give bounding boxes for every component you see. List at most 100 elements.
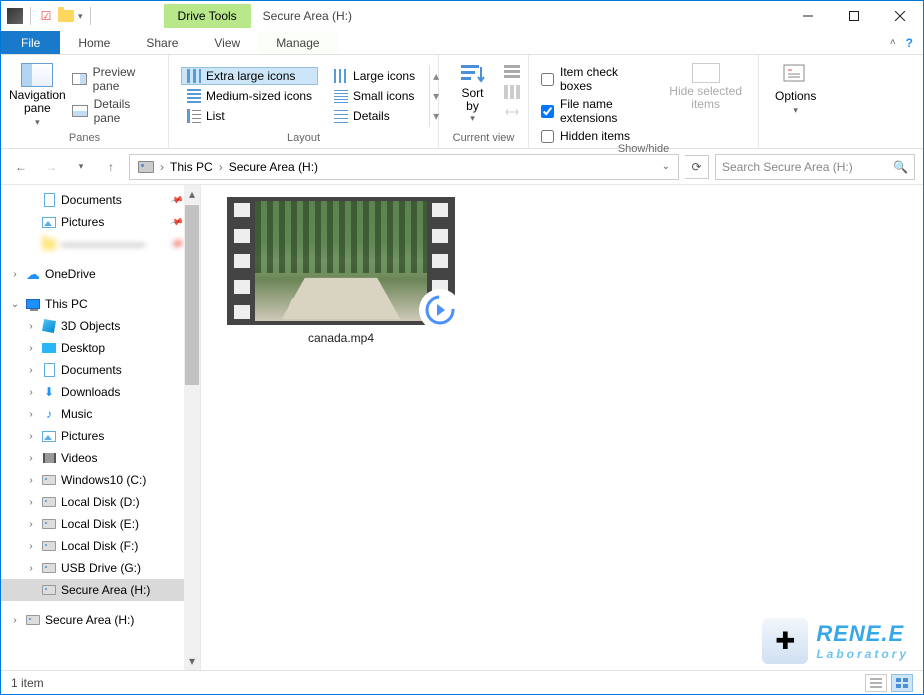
navigation-tree[interactable]: Documents Pictures ——————— ›☁OneDrive ⌄T… [1, 185, 201, 670]
tree-documents[interactable]: ›Documents [1, 359, 200, 381]
tree-desktop[interactable]: ›Desktop [1, 337, 200, 359]
tab-share[interactable]: Share [128, 31, 196, 54]
app-icon [7, 8, 23, 24]
tree-drive-h-root[interactable]: ›Secure Area (H:) [1, 609, 200, 631]
nav-forward-button: → [39, 155, 63, 179]
nav-back-button[interactable]: ← [9, 155, 33, 179]
tree-drive-d[interactable]: ›Local Disk (D:) [1, 491, 200, 513]
sortby-icon [459, 63, 487, 87]
search-placeholder: Search Secure Area (H:) [722, 160, 853, 174]
hide-selected-icon [692, 63, 720, 83]
large-icons-icon [334, 69, 348, 83]
tree-videos[interactable]: ›Videos [1, 447, 200, 469]
preview-pane-icon [72, 73, 87, 85]
tree-drive-e[interactable]: ›Local Disk (E:) [1, 513, 200, 535]
watermark-logo: ✚ RENE.ELaboratory [762, 618, 909, 664]
qat-newfolder-icon[interactable] [58, 8, 74, 24]
preview-pane-button[interactable]: Preview pane [72, 65, 160, 93]
tree-drive-c[interactable]: ›Windows10 (C:) [1, 469, 200, 491]
minimize-button[interactable] [785, 1, 831, 31]
thumbnail-watermark: AM [289, 297, 308, 309]
item-check-boxes[interactable]: Item check boxes [541, 65, 651, 93]
video-thumbnail: AM [227, 197, 455, 325]
breadcrumb[interactable]: This PC Secure Area (H:) ⌄ [129, 154, 679, 180]
group-label-panes: Panes [9, 132, 160, 146]
addcolumns-icon[interactable] [504, 85, 520, 99]
breadcrumb-location[interactable]: Secure Area (H:) [225, 158, 322, 176]
layout-extra-large-icons[interactable]: Extra large icons [181, 67, 318, 85]
address-dropdown-icon[interactable]: ⌄ [662, 161, 670, 172]
contextual-tab-drivetools[interactable]: Drive Tools [164, 4, 251, 28]
small-icons-icon [334, 89, 348, 103]
tree-music[interactable]: ›♪Music [1, 403, 200, 425]
options-button[interactable]: Options ▾ [767, 59, 824, 116]
close-button[interactable] [877, 1, 923, 31]
extra-large-icons-icon [187, 69, 201, 83]
maximize-button[interactable] [831, 1, 877, 31]
tab-home[interactable]: Home [60, 31, 128, 54]
refresh-button[interactable]: ⟳ [685, 155, 709, 179]
file-item-canada[interactable]: AM canada.mp4 [221, 197, 461, 345]
tree-downloads[interactable]: ›⬇Downloads [1, 381, 200, 403]
window-title: Secure Area (H:) [263, 9, 352, 23]
tree-quick-documents[interactable]: Documents [1, 189, 200, 211]
tree-thispc[interactable]: ⌄This PC [1, 293, 200, 315]
ribbon: Navigationpane ▾ Preview pane Details pa… [1, 55, 923, 149]
drive-icon [138, 161, 154, 173]
status-bar: 1 item [1, 670, 923, 694]
view-thumbnails-button[interactable] [891, 674, 913, 692]
ribbon-collapse-icon[interactable]: ˄ [890, 37, 896, 48]
view-details-button[interactable] [865, 674, 887, 692]
details-icon [334, 109, 348, 123]
navigation-pane-icon [21, 63, 53, 87]
tree-drive-h[interactable]: Secure Area (H:) [1, 579, 200, 601]
help-icon[interactable]: ? [906, 36, 913, 50]
tree-scrollbar[interactable]: ▴▾ [184, 185, 200, 670]
search-input[interactable]: Search Secure Area (H:) 🔍 [715, 154, 915, 180]
tree-quick-hidden[interactable]: ——————— [1, 233, 200, 255]
groupby-icon[interactable] [504, 65, 520, 79]
watermark-badge-icon: ✚ [762, 618, 808, 664]
layout-medium-icons[interactable]: Medium-sized icons [181, 87, 318, 105]
tree-3dobjects[interactable]: ›3D Objects [1, 315, 200, 337]
qat-customize-icon[interactable]: ▾ [78, 11, 83, 22]
nav-recent-button[interactable]: ▾ [69, 155, 93, 179]
layout-small-icons[interactable]: Small icons [328, 87, 421, 105]
navigation-pane-button[interactable]: Navigationpane ▾ [9, 59, 66, 128]
breadcrumb-thispc[interactable]: This PC [166, 158, 217, 176]
tree-drive-g[interactable]: ›USB Drive (G:) [1, 557, 200, 579]
address-bar: ← → ▾ ↑ This PC Secure Area (H:) ⌄ ⟳ Sea… [1, 149, 923, 185]
search-icon: 🔍 [893, 160, 908, 174]
tree-drive-f[interactable]: ›Local Disk (F:) [1, 535, 200, 557]
medium-icons-icon [187, 89, 201, 103]
play-overlay-icon [419, 289, 461, 331]
layout-large-icons[interactable]: Large icons [328, 67, 421, 85]
options-icon [782, 63, 810, 87]
details-pane-button[interactable]: Details pane [72, 97, 160, 125]
hidden-items-checkbox [541, 130, 554, 143]
layout-details[interactable]: Details [328, 107, 421, 125]
tree-pictures[interactable]: ›Pictures [1, 425, 200, 447]
hide-selected-items-button: Hide selecteditems [661, 59, 750, 111]
nav-up-button[interactable]: ↑ [99, 155, 123, 179]
tab-view[interactable]: View [196, 31, 258, 54]
sizecolumns-icon[interactable] [504, 105, 520, 119]
tree-quick-pictures[interactable]: Pictures [1, 211, 200, 233]
list-icon [187, 109, 201, 123]
sortby-button[interactable]: Sortby ▾ [448, 59, 498, 124]
qat-properties-icon[interactable]: ☑ [38, 8, 54, 24]
ribbon-tabs: File Home Share View Manage ˄ ? [1, 31, 923, 55]
tab-manage[interactable]: Manage [258, 31, 337, 54]
titlebar: ☑ ▾ Drive Tools Secure Area (H:) [1, 1, 923, 31]
group-label-currentview: Current view [447, 132, 520, 146]
tab-file[interactable]: File [1, 31, 60, 54]
group-label-layout: Layout [177, 132, 430, 146]
file-list[interactable]: AM canada.mp4 [201, 185, 923, 670]
hidden-items[interactable]: Hidden items [541, 129, 651, 143]
file-name-extensions[interactable]: File name extensions [541, 97, 651, 125]
details-pane-icon [72, 105, 88, 117]
file-name-label: canada.mp4 [308, 331, 374, 345]
tree-onedrive[interactable]: ›☁OneDrive [1, 263, 200, 285]
layout-list[interactable]: List [181, 107, 318, 125]
status-item-count: 1 item [11, 676, 44, 690]
